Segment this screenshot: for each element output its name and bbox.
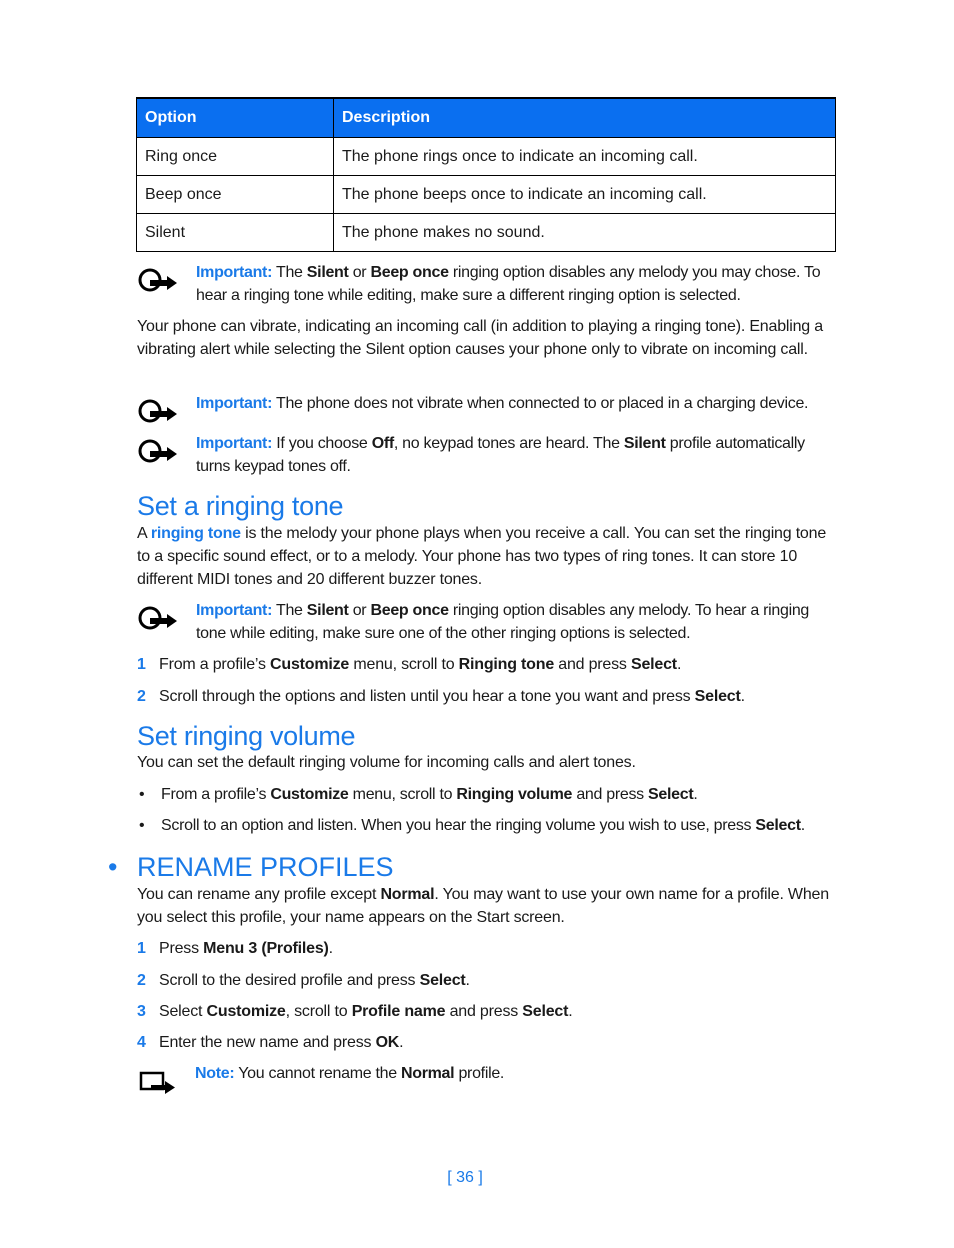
option-cell: Beep once xyxy=(136,175,334,214)
option-cell: Silent xyxy=(136,213,334,252)
table-header-row: Option Description xyxy=(136,97,836,138)
note-label: Note: xyxy=(195,1065,235,1082)
header-option: Option xyxy=(136,97,334,138)
section-heading-set-ringing-tone: Set a ringing tone xyxy=(137,491,344,521)
ringing-options-table: Option Description Ring once The phone r… xyxy=(136,97,836,252)
important-hand-icon xyxy=(138,268,177,292)
description-cell: The phone beeps once to indicate an inco… xyxy=(333,175,836,214)
option-cell: Ring once xyxy=(136,137,334,176)
note-text: Note: You cannot rename the Normal profi… xyxy=(195,1065,505,1082)
step-item: 2 Scroll through the options and listen u… xyxy=(137,688,745,705)
step-item: 4 Enter the new name and press OK. xyxy=(137,1034,404,1051)
bullet-item: • Scroll to an option and listen. When yo… xyxy=(139,817,805,834)
ringing-tone-intro: A ringing tone is the melody your phone … xyxy=(137,525,827,588)
header-description: Description xyxy=(333,97,836,138)
section-heading-rename-profiles: • RENAME PROFILES xyxy=(108,852,394,882)
important-hand-icon xyxy=(138,606,177,630)
vibrate-paragraph: Your phone can vibrate, indicating an in… xyxy=(137,318,823,358)
ringing-tone-term: ringing tone xyxy=(150,525,241,542)
bullet-item: • From a profile’s Customize menu, scroll… xyxy=(139,786,698,803)
table-row: Silent The phone makes no sound. xyxy=(136,213,836,252)
important-label: Important: xyxy=(196,264,273,281)
manual-page: Option Description Ring once The phone r… xyxy=(0,0,954,1248)
important-hand-icon xyxy=(138,439,177,463)
important-note-text: Important: The Silent or Beep once ringi… xyxy=(196,602,810,642)
important-note-text: Important: The phone does not vibrate wh… xyxy=(196,395,809,412)
page-number: [ 36 ] xyxy=(447,1169,483,1186)
table-row: Beep once The phone beeps once to indica… xyxy=(136,175,836,214)
step-item: 3 Select Customize, scroll to Profile nam… xyxy=(137,1003,573,1020)
ringing-volume-intro: You can set the default ringing volume f… xyxy=(137,754,636,771)
important-label: Important: xyxy=(196,602,273,619)
section-heading-set-ringing-volume: Set ringing volume xyxy=(137,721,356,751)
important-label: Important: xyxy=(196,395,273,412)
important-label: Important: xyxy=(196,435,273,452)
note-icon xyxy=(139,1071,175,1094)
important-note-text: Important: The Silent or Beep once ringi… xyxy=(196,264,821,304)
description-cell: The phone rings once to indicate an inco… xyxy=(333,137,836,176)
description-cell: The phone makes no sound. xyxy=(333,213,836,252)
step-item: 1 From a profile’s Customize menu, scroll… xyxy=(137,656,682,673)
rename-profiles-intro: You can rename any profile except Normal… xyxy=(137,886,829,926)
step-item: 1 Press Menu 3 (Profiles). xyxy=(137,940,333,957)
step-item: 2 Scroll to the desired profile and press… xyxy=(137,972,470,989)
important-hand-icon xyxy=(138,399,177,423)
table-row: Ring once The phone rings once to indica… xyxy=(136,137,836,176)
important-note-text: Important: If you choose Off, no keypad … xyxy=(196,435,805,475)
